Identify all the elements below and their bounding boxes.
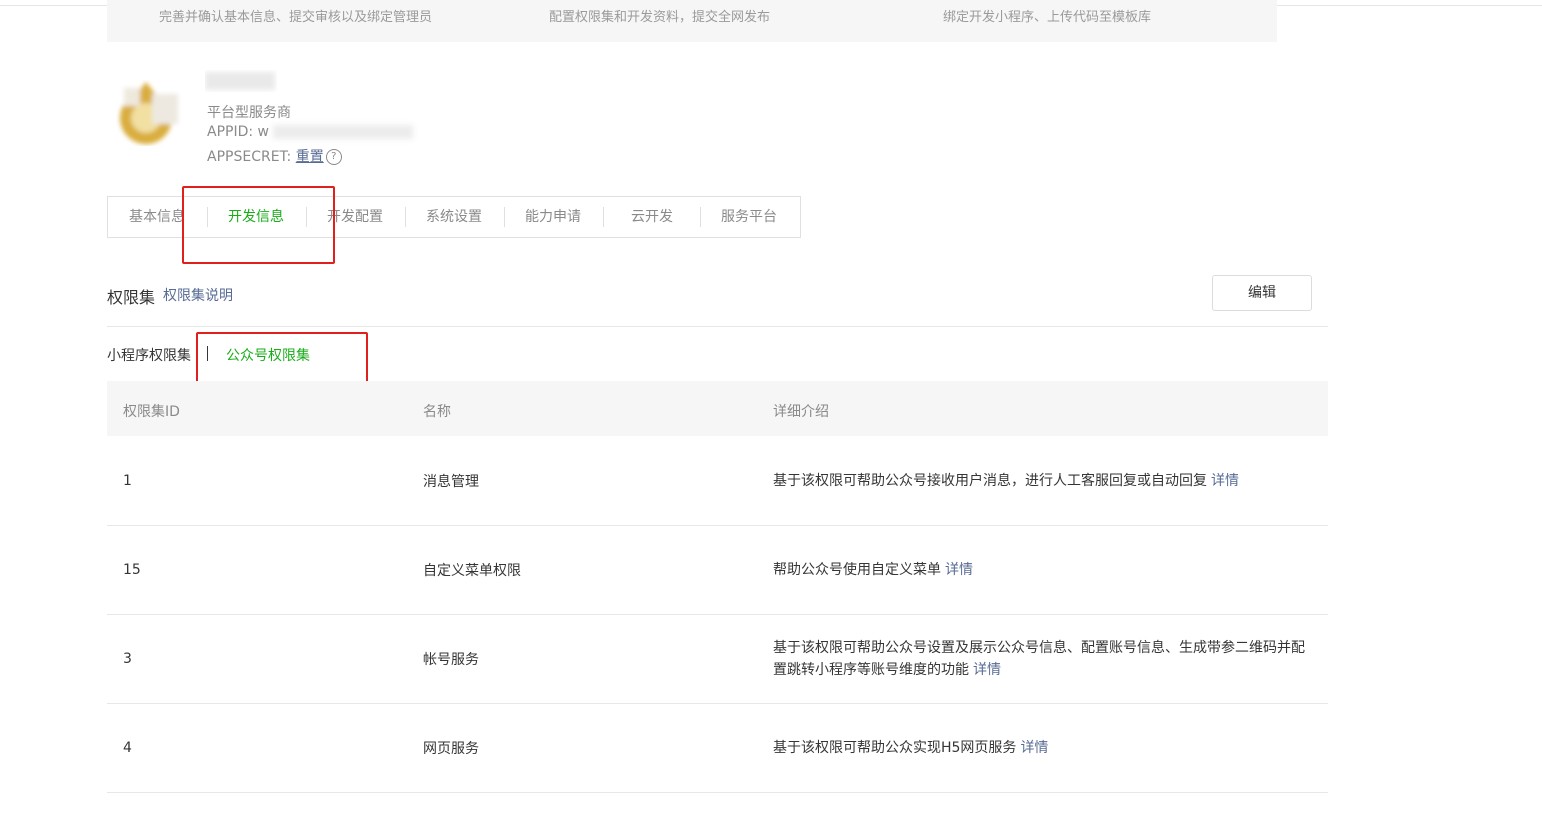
detail-text: 基于该权限可帮助公众实现H5网页服务 [773,739,1017,756]
cell-id: 1 [123,472,132,489]
tab-divider [405,207,406,227]
detail-link[interactable]: 详情 [1020,740,1048,756]
tab-system-settings[interactable]: 系统设置 [426,197,482,237]
cell-detail: 基于该权限可帮助公众号接收用户消息，进行人工客服回复或自动回复 详情 [773,470,1313,492]
table-row: 15 自定义菜单权限 帮助公众号使用自定义菜单 详情 [107,525,1328,615]
permission-explain-link[interactable]: 权限集说明 [163,285,233,305]
cell-detail: 帮助公众号使用自定义菜单 详情 [773,559,1313,581]
detail-link[interactable]: 详情 [1211,473,1239,489]
tab-basic-info[interactable]: 基本信息 [129,197,185,237]
cell-id: 15 [123,561,141,578]
appid-row: APPID: w [207,124,414,140]
table-row: 3 帐号服务 基于该权限可帮助公众号设置及展示公众号信息、配置账号信息、生成带参… [107,614,1328,704]
tab-divider [207,207,208,227]
tab-dev-config[interactable]: 开发配置 [327,197,383,237]
account-logo-icon [116,80,182,146]
edit-button[interactable]: 编辑 [1212,275,1312,311]
section-divider [107,326,1328,327]
cell-detail: 基于该权限可帮助公众实现H5网页服务 详情 [773,737,1313,759]
tab-dev-info[interactable]: 开发信息 [228,197,284,237]
detail-text: 基于该权限可帮助公众号设置及展示公众号信息、配置账号信息、生成带参二维码并配置跳… [773,639,1305,678]
table-row: 4 网页服务 基于该权限可帮助公众实现H5网页服务 详情 [107,703,1328,793]
table-row: 1 消息管理 基于该权限可帮助公众号接收用户消息，进行人工客服回复或自动回复 详情 [107,436,1328,526]
cell-name: 自定义菜单权限 [423,562,521,579]
main-tabs: 基本信息 开发信息 开发配置 系统设置 能力申请 云开发 服务平台 [107,196,801,238]
header-id: 权限集ID [123,404,180,420]
tab-capability-apply[interactable]: 能力申请 [525,197,581,237]
appsecret-label: APPSECRET: [207,149,292,165]
cell-name: 消息管理 [423,473,479,490]
reset-secret-link[interactable]: 重置 [296,149,324,165]
cell-id: 3 [123,650,132,667]
cell-name: 帐号服务 [423,651,479,668]
subtab-official-account[interactable]: 公众号权限集 [226,345,310,365]
appid-value-blurred [273,125,414,139]
step-3-text: 绑定开发小程序、上传代码至模板库 [943,10,1152,25]
help-icon[interactable]: ? [325,149,342,165]
tab-cloud-dev[interactable]: 云开发 [631,197,673,237]
detail-link[interactable]: 详情 [973,662,1001,678]
tab-divider [306,207,307,227]
header-detail: 详细介绍 [773,404,829,420]
tab-divider [603,207,604,227]
tab-divider [700,207,701,227]
detail-text: 帮助公众号使用自定义菜单 [773,561,941,578]
tab-service-platform[interactable]: 服务平台 [721,197,777,237]
table-header: 权限集ID 名称 详细介绍 [107,381,1328,436]
cell-detail: 基于该权限可帮助公众号设置及展示公众号信息、配置账号信息、生成带参二维码并配置跳… [773,637,1313,681]
cell-id: 4 [123,739,132,756]
detail-text: 基于该权限可帮助公众号接收用户消息，进行人工客服回复或自动回复 [773,472,1207,489]
step-1-text: 完善并确认基本信息、提交审核以及绑定管理员 [159,10,433,25]
subtab-miniprogram[interactable]: 小程序权限集 [107,345,191,365]
appid-label: APPID: w [207,124,269,140]
appsecret-row: APPSECRET: 重置? [207,146,342,166]
step-2-text: 配置权限集和开发资料，提交全网发布 [549,10,771,25]
subtab-divider [207,346,208,361]
detail-link[interactable]: 详情 [945,562,973,578]
account-name-blurred [205,70,277,92]
account-type: 平台型服务商 [207,105,291,121]
cell-name: 网页服务 [423,740,479,757]
tab-divider [504,207,505,227]
section-title: 权限集 [107,288,156,307]
header-name: 名称 [423,404,451,420]
process-steps-panel: 完善并确认基本信息、提交审核以及绑定管理员 配置权限集和开发资料，提交全网发布 … [107,0,1277,42]
